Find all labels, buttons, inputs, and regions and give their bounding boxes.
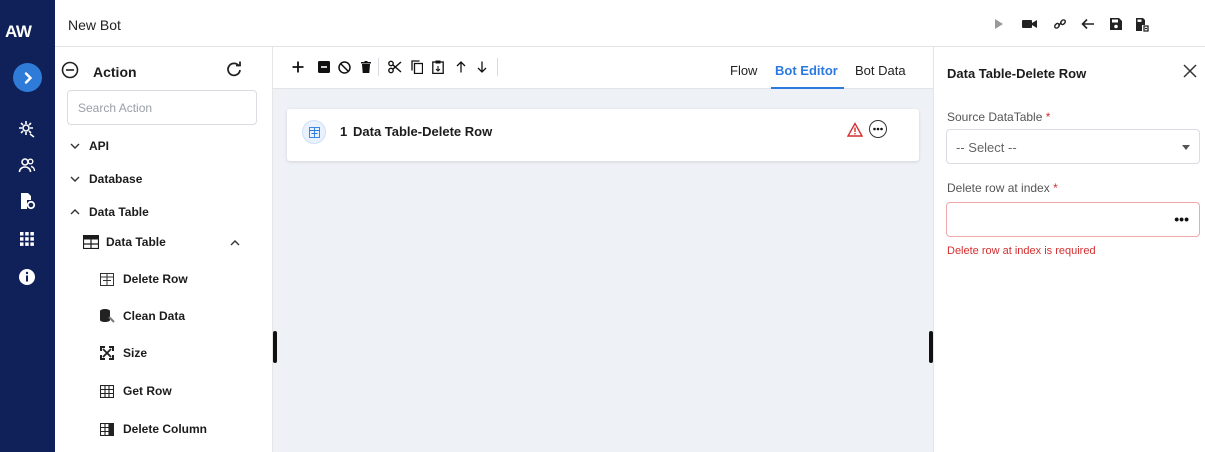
- clean-data-icon: [99, 308, 115, 324]
- source-datatable-label: Source DataTable *: [947, 110, 1050, 124]
- delete-row-icon: [99, 271, 115, 287]
- add-icon[interactable]: [291, 60, 305, 74]
- action-label: Clean Data: [123, 309, 186, 323]
- step-card[interactable]: 1 Data Table-Delete Row: [287, 109, 919, 161]
- chevron-down-icon: [70, 143, 80, 149]
- get-row-icon: [99, 383, 115, 399]
- toolbar-divider: [378, 58, 379, 76]
- step-number: 1: [340, 124, 348, 139]
- more-options-icon[interactable]: •••: [1174, 211, 1189, 227]
- required-marker: *: [1045, 110, 1051, 124]
- chevron-down-icon: [70, 176, 80, 182]
- chevron-right-icon: [24, 71, 32, 84]
- file-settings-icon[interactable]: [16, 190, 38, 212]
- action-panel-title: Action: [93, 64, 137, 80]
- action-label: Get Row: [123, 384, 172, 398]
- caret-down-icon: [1182, 145, 1190, 150]
- close-icon[interactable]: [1182, 63, 1198, 79]
- save-as-icon[interactable]: [1133, 15, 1151, 33]
- automation-gear-icon[interactable]: [16, 118, 38, 140]
- toolbar-divider: [497, 58, 498, 76]
- left-rail: AW: [0, 0, 55, 452]
- refresh-icon[interactable]: [225, 60, 243, 78]
- more-dots-icon: [873, 127, 883, 131]
- tab-bot-data[interactable]: Bot Data: [855, 63, 906, 78]
- trash-icon[interactable]: [359, 60, 373, 74]
- active-tab-indicator: [771, 87, 844, 89]
- back-arrow-icon[interactable]: [1079, 15, 1097, 33]
- action-panel: Action API Database Data Table Data Tabl…: [55, 47, 273, 452]
- action-clean-data[interactable]: Clean Data: [99, 308, 185, 324]
- subgroup-label: Data Table: [106, 235, 166, 249]
- action-label: Delete Column: [123, 422, 208, 436]
- play-icon[interactable]: [990, 15, 1008, 33]
- delete-row-index-label: Delete row at index *: [947, 181, 1058, 195]
- cut-icon[interactable]: [388, 60, 402, 74]
- delete-row-icon: [302, 120, 326, 144]
- users-icon[interactable]: [16, 154, 38, 176]
- editor-toolbar: Flow Bot Editor Bot Data: [273, 47, 933, 89]
- category-label: Database: [89, 172, 143, 186]
- save-icon[interactable]: [1107, 15, 1125, 33]
- app-logo: AW: [5, 22, 32, 41]
- category-api[interactable]: API: [69, 139, 109, 153]
- select-value: -- Select --: [956, 140, 1017, 155]
- apps-grid-icon[interactable]: [16, 228, 38, 250]
- properties-title: Data Table-Delete Row: [947, 66, 1087, 81]
- info-icon[interactable]: [16, 266, 38, 288]
- paste-icon[interactable]: [431, 60, 445, 74]
- step-label: Data Table-Delete Row: [353, 124, 493, 139]
- top-bar: New Bot: [55, 0, 1205, 47]
- category-data-table[interactable]: Data Table: [69, 205, 149, 219]
- search-action-input[interactable]: [67, 90, 257, 125]
- chevron-up-icon: [70, 209, 80, 215]
- action-label: Delete Row: [123, 272, 188, 286]
- copy-icon[interactable]: [410, 60, 424, 74]
- step-more-options-button[interactable]: [869, 120, 887, 138]
- source-datatable-select[interactable]: -- Select --: [946, 129, 1200, 164]
- subgroup-data-table[interactable]: Data Table: [83, 235, 166, 249]
- move-down-icon[interactable]: [475, 60, 489, 74]
- chevron-up-icon[interactable]: [229, 237, 241, 249]
- delete-column-icon: [99, 421, 115, 437]
- link-icon[interactable]: [1051, 15, 1069, 33]
- collapse-panel-icon[interactable]: [61, 61, 79, 79]
- expand-sidebar-button[interactable]: [13, 63, 42, 92]
- tab-flow[interactable]: Flow: [730, 63, 757, 78]
- action-size[interactable]: Size: [99, 345, 147, 361]
- record-icon[interactable]: [1021, 15, 1039, 33]
- size-icon: [99, 345, 115, 361]
- bot-editor-canvas[interactable]: Flow Bot Editor Bot Data 1 Data Table-De…: [273, 47, 933, 452]
- field-label-text: Delete row at index: [947, 181, 1050, 195]
- delete-row-index-input[interactable]: •••: [946, 202, 1200, 237]
- left-resize-handle[interactable]: [273, 331, 277, 363]
- action-label: Size: [123, 346, 148, 360]
- required-marker: *: [1053, 181, 1058, 195]
- category-label: API: [89, 139, 110, 153]
- action-delete-column[interactable]: Delete Column: [99, 421, 207, 437]
- action-delete-row[interactable]: Delete Row: [99, 271, 188, 287]
- table-icon: [83, 235, 99, 249]
- minus-box-icon[interactable]: [317, 60, 331, 74]
- move-up-icon[interactable]: [454, 60, 468, 74]
- properties-panel: Data Table-Delete Row Source DataTable *…: [933, 47, 1205, 452]
- field-label-text: Source DataTable: [947, 110, 1043, 124]
- warning-icon: [847, 122, 863, 137]
- validation-error: Delete row at index is required: [947, 245, 1096, 257]
- category-database[interactable]: Database: [69, 172, 142, 186]
- category-label: Data Table: [89, 205, 149, 219]
- disable-icon[interactable]: [337, 60, 351, 74]
- bot-title: New Bot: [68, 17, 121, 33]
- action-get-row[interactable]: Get Row: [99, 383, 172, 399]
- tab-bot-editor[interactable]: Bot Editor: [775, 63, 838, 78]
